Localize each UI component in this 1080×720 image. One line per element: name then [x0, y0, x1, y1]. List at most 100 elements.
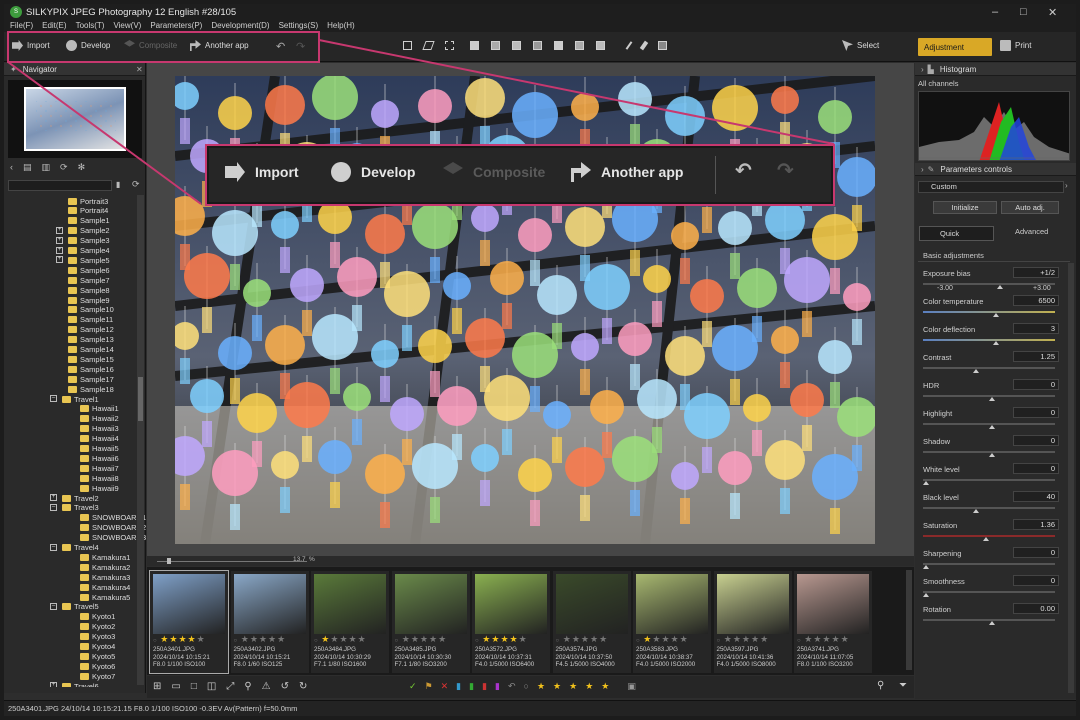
maximize-button[interactable]: □ [1020, 6, 1027, 18]
tree-item[interactable]: Sample4 [68, 246, 110, 256]
folder-view-icon[interactable]: ▤ [23, 162, 32, 173]
param-slider-track[interactable] [923, 283, 1055, 285]
adjustment-button[interactable]: Adjustment [918, 38, 992, 56]
tree-item[interactable]: Sample17 [68, 374, 114, 384]
thumbnail[interactable]: ○ ★★★★★ 250A3402.JPG 2024/10/14 10:15:21 F8… [230, 571, 309, 673]
image-view[interactable] [147, 63, 914, 563]
flag-mark-icon[interactable]: ⚑ [425, 681, 433, 692]
param-slider-track[interactable] [923, 339, 1055, 341]
clone-icon[interactable] [658, 41, 667, 50]
param-slider-track[interactable] [923, 507, 1055, 509]
back-icon[interactable]: ‹ [10, 162, 13, 173]
tree-item[interactable]: Kyoto6 [80, 661, 115, 671]
warning-icon[interactable]: ⚠ [262, 681, 271, 692]
tree-item[interactable]: Travel4 [62, 543, 99, 553]
tree-item[interactable]: Sample10 [68, 305, 114, 315]
rotate-left-icon[interactable]: ↺ [281, 681, 289, 692]
param-value-input[interactable]: +1/2 [1013, 267, 1059, 278]
tree-item[interactable]: Hawaii6 [80, 453, 119, 463]
tree-item[interactable]: Hawaii9 [80, 483, 119, 493]
thumbnail-rating[interactable]: ○ ★★★★★ [153, 634, 206, 645]
tree-item[interactable]: Travel1 [62, 394, 99, 404]
tree-item[interactable]: Travel5 [62, 602, 99, 612]
brush-icon[interactable] [625, 41, 633, 50]
expand-toggle[interactable]: + [50, 494, 57, 501]
tree-item[interactable]: Hawaii4 [80, 434, 119, 444]
tree-item[interactable]: Sample15 [68, 354, 114, 364]
rating-star-3-icon[interactable]: ★ [569, 681, 577, 692]
expand-toggle[interactable]: – [50, 395, 57, 402]
param-value-input[interactable]: 0 [1013, 407, 1059, 418]
params-scrollbar[interactable] [1068, 263, 1074, 693]
tree-item[interactable]: Travel6 [62, 681, 99, 687]
expand-toggle[interactable]: + [50, 682, 57, 687]
thumbnail-rating[interactable]: ○ ★★★★★ [395, 634, 448, 645]
param-value-input[interactable]: 0 [1013, 379, 1059, 390]
param-slider-track[interactable] [923, 311, 1055, 313]
thumbnail-rating[interactable]: ○ ★★★★★ [475, 634, 528, 645]
tree-item[interactable]: Hawaii5 [80, 444, 119, 454]
histogram-channel-select[interactable]: All channels [918, 79, 958, 88]
preset-dropdown[interactable]: Custom [918, 181, 1064, 193]
tree-item[interactable]: Kamakura2 [80, 562, 130, 572]
param-slider-knob[interactable] [992, 341, 999, 345]
param-value-input[interactable]: 3 [1013, 323, 1059, 334]
thumbnail[interactable]: ○ ★★★★★ 250A3484.JPG 2024/10/14 10:30:29 F7… [311, 571, 389, 673]
zoom-slider-thumb[interactable] [167, 558, 171, 564]
folder-open-icon[interactable]: ▮ [116, 180, 120, 189]
expand-toggle[interactable]: – [50, 602, 57, 610]
label-green-icon[interactable]: ▮ [469, 681, 474, 692]
param-slider-track[interactable] [923, 479, 1055, 481]
collapse-params-icon[interactable]: › [921, 165, 924, 174]
print-button[interactable]: Print [1000, 40, 1031, 51]
zoom-slider-track[interactable] [157, 561, 307, 562]
thumbnail-rating[interactable]: ○ ★★★★★ [234, 634, 287, 645]
pin-icon[interactable]: ✦ [10, 65, 17, 74]
fill-tool-icon[interactable] [596, 41, 605, 50]
minimize-button[interactable]: – [992, 6, 998, 18]
rating-star-2-icon[interactable]: ★ [553, 681, 561, 692]
refresh-icon[interactable]: ⟳ [132, 179, 140, 190]
dust-tool-icon[interactable] [575, 41, 584, 50]
search-icon[interactable]: ⚲ [877, 680, 884, 691]
tree-item[interactable]: Sample14 [68, 345, 114, 355]
detail-tool-icon[interactable] [533, 41, 542, 50]
tree-item[interactable]: Kyoto1 [80, 612, 115, 622]
tree-item[interactable]: Sample3 [68, 236, 110, 246]
param-value-input[interactable]: 1.36 [1013, 519, 1059, 530]
param-value-input[interactable]: 0 [1013, 463, 1059, 474]
tree-item[interactable]: Kamakura1 [80, 552, 130, 562]
list-view-icon[interactable]: ▥ [42, 162, 51, 173]
compare-view-icon[interactable]: ◫ [207, 681, 216, 692]
tree-item[interactable]: Kyoto4 [80, 642, 115, 652]
quick-tab[interactable]: Quick [919, 226, 994, 241]
tree-item[interactable]: Sample7 [68, 275, 110, 285]
param-slider-knob[interactable] [996, 285, 1003, 289]
sync-icon[interactable]: ⟳ [60, 162, 68, 173]
tree-item[interactable]: Hawaii2 [80, 414, 119, 424]
param-value-input[interactable]: 40 [1013, 491, 1059, 502]
tree-item[interactable]: Kamakura5 [80, 592, 130, 602]
tree-item[interactable]: Travel2 [62, 493, 99, 503]
no-rating-icon[interactable]: ○ [524, 681, 529, 692]
param-slider-knob[interactable] [988, 453, 995, 457]
lens-tool-icon[interactable] [554, 41, 563, 50]
param-value-input[interactable]: 0 [1013, 575, 1059, 586]
folder-path-dropdown[interactable] [8, 180, 112, 191]
thumbnail-rating[interactable]: ○ ★★★★★ [636, 634, 689, 645]
filmstrip-view-icon[interactable]: ▭ [171, 681, 180, 692]
param-slider-knob[interactable] [988, 621, 995, 625]
grid-view-icon[interactable]: ⊞ [153, 681, 161, 692]
lock-icon[interactable]: ▣ [627, 681, 636, 692]
undo-mark-icon[interactable]: ↶ [508, 681, 516, 692]
param-slider-knob[interactable] [922, 593, 929, 597]
param-slider-track[interactable] [923, 591, 1055, 593]
navigator-preview[interactable] [8, 80, 142, 158]
param-slider-knob[interactable] [988, 397, 995, 401]
thumbnail[interactable]: ○ ★★★★★ 250A3485.JPG 2024/10/14 10:30:30 F7… [391, 571, 470, 673]
expand-toggle[interactable]: + [56, 226, 63, 234]
tree-item[interactable]: Hawaii1 [80, 404, 119, 414]
tree-item[interactable]: Sample13 [68, 335, 114, 345]
rating-star-4-icon[interactable]: ★ [585, 681, 593, 692]
tree-item[interactable]: Sample9 [68, 295, 110, 305]
